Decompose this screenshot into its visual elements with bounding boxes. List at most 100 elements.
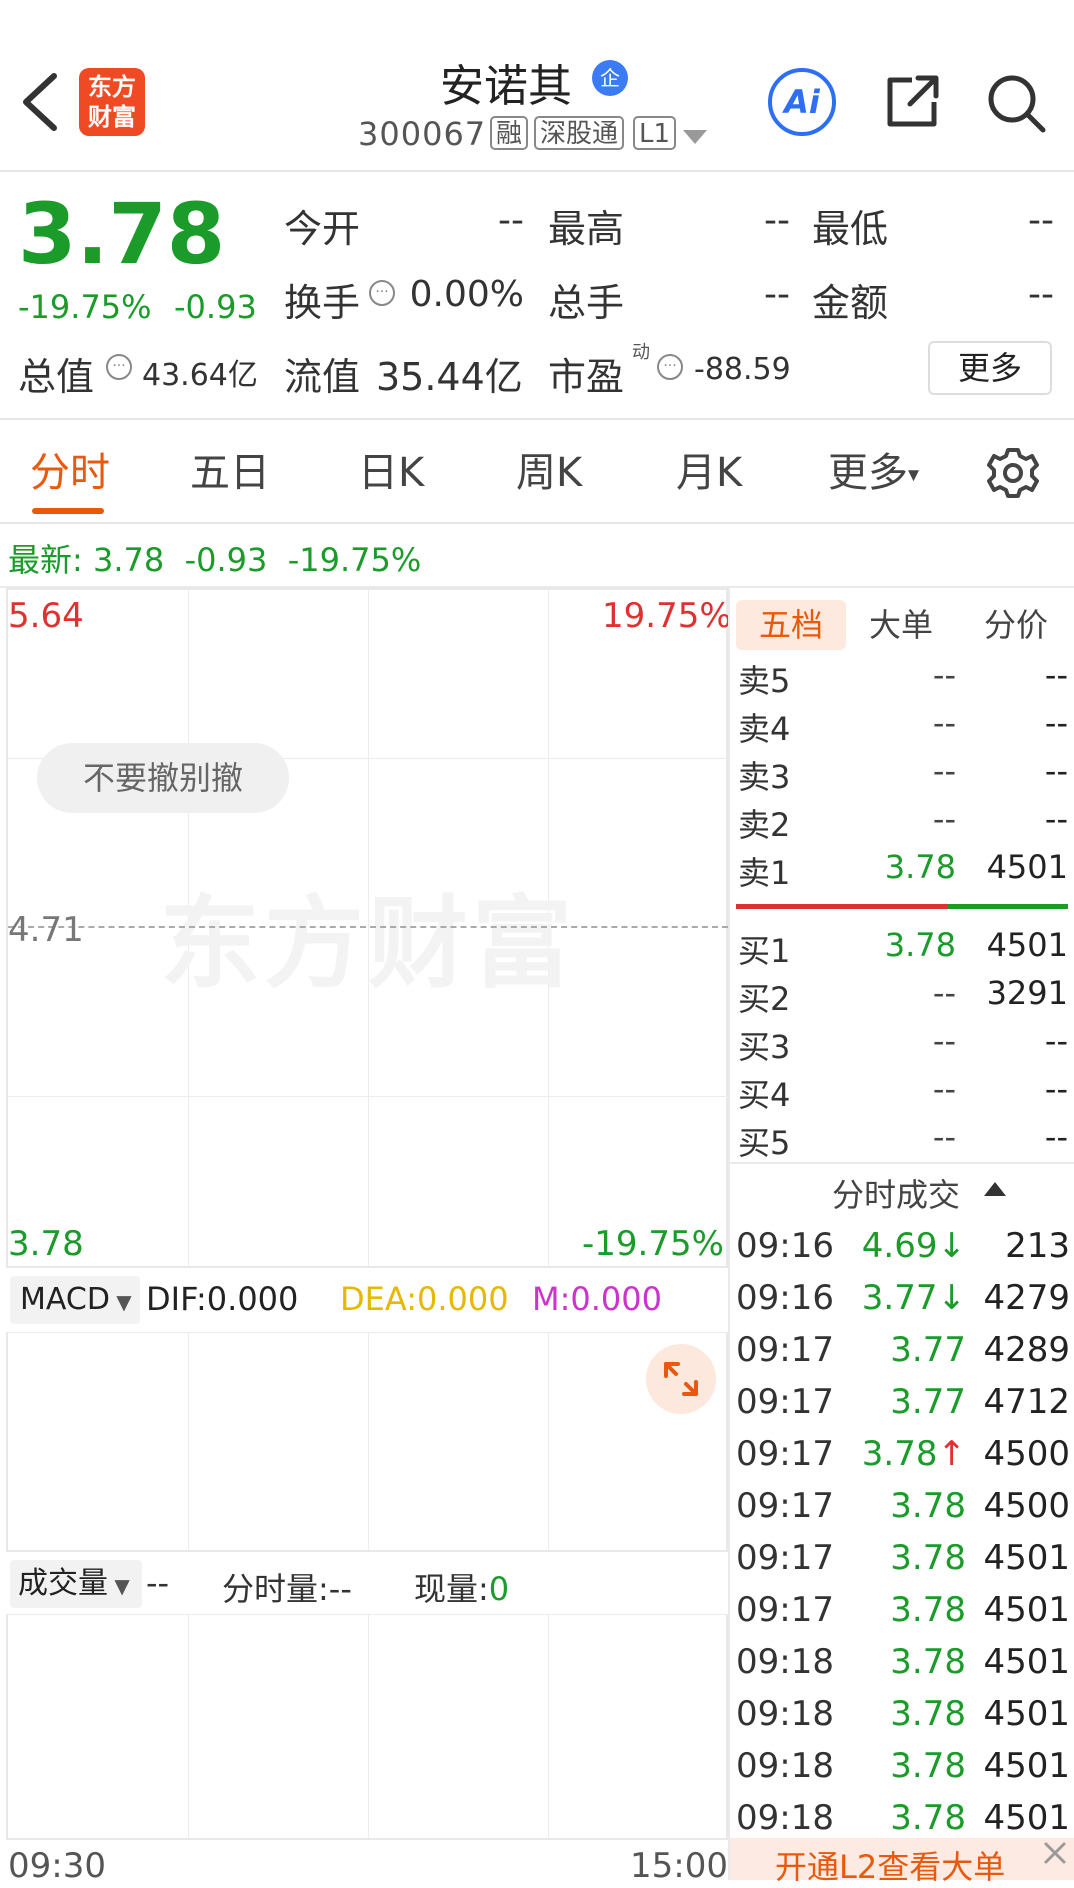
arrow-down-icon: ↓	[937, 1278, 967, 1318]
order-book-row: 买3 -- --	[738, 1022, 1068, 1066]
float-value-label: 流值	[284, 355, 361, 399]
stock-name[interactable]: 安诺其	[440, 50, 572, 114]
dropdown-icon[interactable]	[683, 130, 707, 144]
intraday-volume: 分时量:--	[222, 1570, 352, 1608]
caret-down-icon: ▼	[109, 1290, 132, 1314]
order-book-row: 卖3 -- --	[738, 752, 1068, 796]
top-header: 东方 财富 安诺其 企 300067 融 深股通 L1 Ai	[0, 0, 1074, 172]
pe-value: -88.59	[694, 352, 791, 387]
chevron-left-icon[interactable]	[18, 70, 62, 134]
high-label: 最高	[548, 207, 625, 251]
tab-weekly-k[interactable]: 周K	[516, 440, 582, 498]
tab-five-day[interactable]: 五日	[190, 440, 270, 498]
axis-low-price: 3.78	[8, 1224, 84, 1264]
volume-label: 总手	[548, 281, 625, 325]
macd-dif: DIF:0.000	[146, 1280, 299, 1318]
trade-row: 09:18 3.78 4501	[736, 1642, 1070, 1682]
order-book-row: 卖1 3.78 4501	[738, 848, 1068, 892]
volume-value: --	[764, 274, 790, 315]
trade-row: 09:17 3.77 4712	[736, 1382, 1070, 1422]
tab-more[interactable]: 更多▾	[828, 440, 919, 498]
trade-row: 09:17 3.77 4289	[736, 1330, 1070, 1370]
pe-dynamic-sup: 动	[632, 342, 650, 363]
tab-monthly-k[interactable]: 月K	[676, 440, 742, 498]
volume-value: --	[146, 1564, 170, 1602]
trade-row: 09:16 4.69↓ 213	[736, 1226, 1070, 1266]
order-book-row: 买4 -- --	[738, 1070, 1068, 1114]
grid-line	[188, 1332, 189, 1550]
grid-line	[188, 1614, 189, 1838]
l2-promo-text[interactable]: 开通L2查看大单	[775, 1842, 1005, 1888]
arrow-up-icon: ↑	[937, 1434, 967, 1474]
time-end: 15:00	[630, 1846, 728, 1886]
watermark: 东方财富	[160, 885, 576, 1002]
axis-mid-price: 4.71	[8, 910, 84, 950]
tab-daily-k[interactable]: 日K	[358, 440, 424, 498]
gear-icon[interactable]	[986, 446, 1040, 500]
indicator-select[interactable]: MACD ▼	[10, 1276, 140, 1324]
macd-m: M:0.000	[532, 1280, 662, 1318]
info-icon[interactable]: ···	[106, 354, 132, 380]
macd-dea: DEA:0.000	[340, 1280, 509, 1318]
axis-high-price: 5.64	[8, 596, 84, 636]
info-icon[interactable]: ···	[657, 354, 683, 380]
grid-line	[8, 1096, 728, 1097]
current-volume: 现量:0	[414, 1570, 510, 1608]
app-logo[interactable]: 东方 财富	[79, 68, 145, 136]
low-value: --	[1028, 200, 1054, 241]
volume-indicator-select[interactable]: 成交量 ▼	[10, 1560, 142, 1608]
float-value: 35.44亿	[376, 355, 523, 399]
time-start: 09:30	[8, 1846, 106, 1886]
prev-close-line	[8, 926, 728, 928]
caret-up-icon[interactable]	[984, 1182, 1006, 1196]
more-button[interactable]: 更多	[928, 341, 1052, 395]
info-icon[interactable]: ···	[369, 280, 395, 306]
stock-code: 300067	[358, 115, 487, 153]
ai-assistant-icon[interactable]: Ai	[768, 68, 836, 136]
arrow-down-icon: ↓	[937, 1226, 967, 1266]
trades-title[interactable]: 分时成交	[832, 1170, 960, 1216]
change-percent: -19.75%	[18, 288, 152, 326]
trade-row: 09:18 3.78 4501	[736, 1746, 1070, 1786]
sell-ratio-bar	[736, 904, 948, 909]
macd-chart[interactable]	[6, 1332, 728, 1552]
change-amount: -0.93	[174, 288, 257, 326]
search-icon[interactable]	[985, 72, 1047, 134]
expand-icon[interactable]	[646, 1344, 716, 1414]
order-book-row: 买5 -- --	[738, 1118, 1068, 1162]
trade-row: 09:17 3.78 4501	[736, 1590, 1070, 1630]
grid-line	[548, 1332, 549, 1550]
order-book-row: 买1 3.78 4501	[738, 926, 1068, 970]
open-value: --	[498, 200, 524, 241]
total-value: 43.64亿	[142, 358, 258, 393]
amount-label: 金额	[812, 281, 889, 325]
axis-low-pct: -19.75%	[582, 1224, 724, 1264]
grid-line	[548, 1614, 549, 1838]
divider	[730, 1162, 1074, 1164]
amount-value: --	[1028, 274, 1054, 315]
tab-big-orders[interactable]: 大单	[856, 600, 946, 650]
caret-down-icon: ▼	[108, 1574, 130, 1598]
turnover-label: 换手	[284, 281, 361, 325]
open-label: 今开	[284, 207, 361, 251]
trade-row: 09:16 3.77↓ 4279	[736, 1278, 1070, 1318]
trade-row: 09:17 3.78↑ 4500	[736, 1434, 1070, 1474]
tag-connect: 深股通	[534, 116, 625, 150]
tab-intraday[interactable]: 分时	[30, 440, 110, 498]
enterprise-badge: 企	[592, 60, 628, 96]
trade-row: 09:17 3.78 4500	[736, 1486, 1070, 1526]
share-icon[interactable]	[882, 72, 942, 132]
tag-margin: 融	[490, 116, 529, 150]
high-value: --	[764, 200, 790, 241]
tab-active-indicator	[32, 508, 104, 514]
volume-chart[interactable]	[6, 1614, 728, 1840]
trade-row: 09:18 3.78 4501	[736, 1694, 1070, 1734]
tab-five-levels[interactable]: 五档	[736, 600, 846, 650]
grid-line	[8, 1614, 728, 1615]
tab-price-dist[interactable]: 分价	[966, 600, 1066, 650]
divider	[0, 522, 1074, 524]
popup-pill[interactable]: 不要撤别撤	[37, 743, 289, 813]
caret-down-icon: ▾	[908, 462, 920, 488]
turnover-value: 0.00%	[409, 274, 524, 315]
close-icon[interactable]	[1040, 1838, 1070, 1868]
